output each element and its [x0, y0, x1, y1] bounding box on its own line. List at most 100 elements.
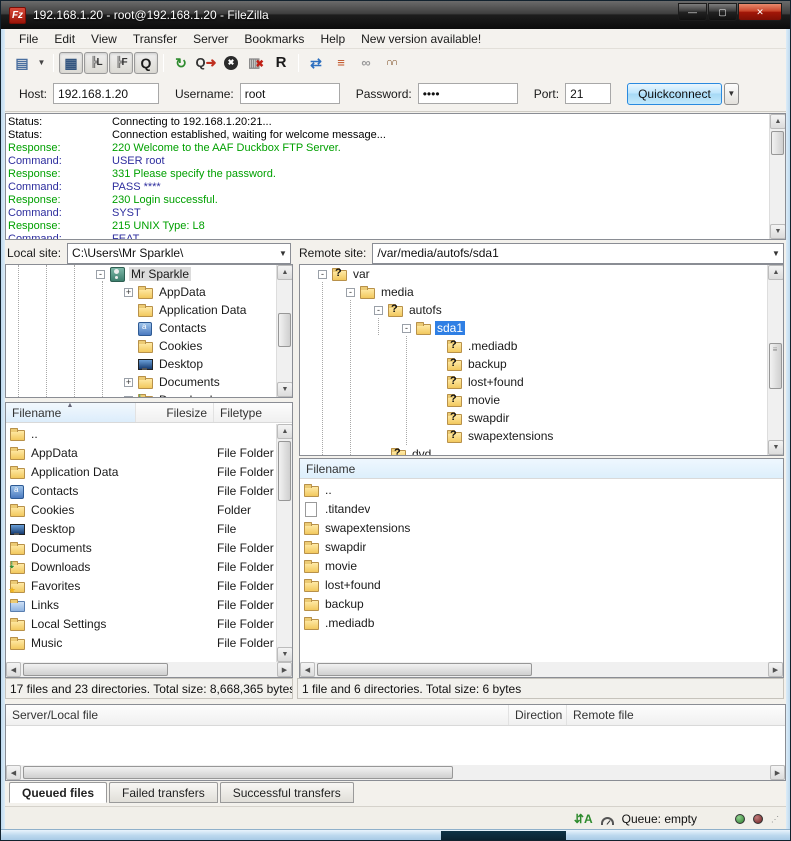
expand-toggle[interactable]: - — [96, 270, 105, 279]
list-item[interactable]: DesktopFile — [6, 519, 276, 538]
local-list-hscrollbar[interactable]: ◀ ▶ — [6, 662, 292, 677]
toggle-transfer-queue-icon[interactable]: Q — [134, 52, 158, 74]
list-item[interactable]: lost+found — [300, 575, 783, 594]
synchronized-browsing-icon[interactable]: ⇄ — [304, 52, 328, 74]
resize-grip[interactable]: ⋰ — [771, 814, 780, 825]
title-bar[interactable]: Fz 192.168.1.20 - root@192.168.1.20 - Fi… — [1, 1, 790, 29]
column-header-filename[interactable]: Filename — [300, 459, 783, 478]
tree-item-movie[interactable]: ? movie — [300, 391, 783, 409]
password-input[interactable] — [418, 83, 518, 104]
tab-failed-transfers[interactable]: Failed transfers — [109, 782, 218, 803]
tree-item-backup[interactable]: ? backup — [300, 355, 783, 373]
filename-filters-icon[interactable]: ∞ — [354, 52, 378, 74]
tree-item-downloads[interactable]: + ⇣ Downloads — [6, 391, 292, 398]
expand-toggle[interactable]: - — [402, 324, 411, 333]
tree-item-swapdir[interactable]: ? swapdir — [300, 409, 783, 427]
maximize-button[interactable]: ▢ — [708, 3, 737, 21]
local-list-scrollbar[interactable]: ▲ ▼ — [276, 424, 292, 662]
list-item[interactable]: LinksFile Folder — [6, 595, 276, 614]
remote-tree-scrollbar[interactable]: ▲ ≡ ▼ — [767, 265, 783, 455]
expand-toggle[interactable]: - — [346, 288, 355, 297]
list-item[interactable]: ★FavoritesFile Folder — [6, 576, 276, 595]
process-queue-icon[interactable]: Q➜ — [194, 52, 218, 74]
directory-comparison-icon[interactable]: ≡ — [329, 52, 353, 74]
tree-item-media[interactable]: - media — [300, 283, 783, 301]
local-site-dropdown-icon[interactable]: ▼ — [276, 249, 290, 258]
expand-toggle[interactable]: - — [318, 270, 327, 279]
expand-toggle[interactable]: - — [374, 306, 383, 315]
remote-list-hscrollbar[interactable]: ◀ ▶ — [300, 662, 783, 677]
list-item[interactable]: Application DataFile Folder — [6, 462, 276, 481]
menu-transfer[interactable]: Transfer — [125, 30, 185, 48]
log-scrollbar[interactable]: ▲ ▼ — [769, 114, 785, 239]
file-search-icon[interactable]: ∩∩ — [379, 52, 403, 74]
minimize-button[interactable]: — — [678, 3, 707, 21]
tree-item-mr-sparkle[interactable]: - Mr Sparkle — [6, 265, 292, 283]
local-site-combo[interactable]: C:\Users\Mr Sparkle\ ▼ — [67, 243, 291, 264]
tree-item-dvd[interactable]: ? dvd — [300, 445, 783, 456]
toggle-local-tree-icon[interactable]: ╠L — [84, 52, 108, 74]
column-header-filesize[interactable]: Filesize — [136, 403, 214, 422]
tree-item-contacts[interactable]: Contacts — [6, 319, 292, 337]
local-tree-scrollbar[interactable]: ▲ ▼ — [276, 265, 292, 397]
list-item[interactable]: .titandev — [300, 499, 783, 518]
list-item[interactable]: swapdir — [300, 537, 783, 556]
column-header-filename[interactable]: ▲ Filename — [6, 403, 136, 422]
tree-item-autofs[interactable]: - ? autofs — [300, 301, 783, 319]
tree-item-cookies[interactable]: Cookies — [6, 337, 292, 355]
tree-item-documents[interactable]: + Documents — [6, 373, 292, 391]
list-item[interactable]: .. — [300, 480, 783, 499]
list-item[interactable]: swapextensions — [300, 518, 783, 537]
list-item[interactable]: MusicFile Folder — [6, 633, 276, 652]
site-manager-dropdown-icon[interactable]: ▼ — [35, 52, 48, 74]
menu-edit[interactable]: Edit — [46, 30, 83, 48]
toggle-remote-tree-icon[interactable]: ╠F — [109, 52, 133, 74]
close-button[interactable]: ✕ — [738, 3, 782, 21]
tree-item-application-data[interactable]: Application Data — [6, 301, 292, 319]
list-item[interactable]: ContactsFile Folder — [6, 481, 276, 500]
speed-limits-icon[interactable] — [601, 817, 614, 825]
tree-item-appdata[interactable]: + AppData — [6, 283, 292, 301]
expand-toggle[interactable]: + — [124, 396, 133, 399]
menu-view[interactable]: View — [83, 30, 125, 48]
quickconnect-dropdown-icon[interactable]: ▼ — [724, 83, 739, 105]
refresh-icon[interactable]: ↻ — [169, 52, 193, 74]
toggle-message-log-icon[interactable]: ▦ — [59, 52, 83, 74]
column-header-direction[interactable]: Direction — [509, 705, 567, 725]
expand-toggle[interactable]: + — [124, 378, 133, 387]
column-header-filetype[interactable]: Filetype — [214, 403, 292, 422]
queue-hscrollbar[interactable]: ◀ ▶ — [6, 765, 785, 780]
menu-server[interactable]: Server — [185, 30, 236, 48]
tree-item-sda1[interactable]: - sda1 — [300, 319, 783, 337]
list-item[interactable]: movie — [300, 556, 783, 575]
list-item[interactable]: DocumentsFile Folder — [6, 538, 276, 557]
column-header-server-local-file[interactable]: Server/Local file — [6, 705, 509, 725]
tab-successful-transfers[interactable]: Successful transfers — [220, 782, 354, 803]
site-manager-icon[interactable]: ▤ — [10, 52, 34, 74]
quickconnect-button[interactable]: Quickconnect — [627, 83, 722, 105]
list-item[interactable]: ⇣DownloadsFile Folder — [6, 557, 276, 576]
cancel-operation-icon[interactable]: ✖ — [219, 52, 243, 74]
username-input[interactable] — [240, 83, 340, 104]
tree-item-mediadb[interactable]: ? .mediadb — [300, 337, 783, 355]
list-item[interactable]: Local SettingsFile Folder — [6, 614, 276, 633]
remote-site-combo[interactable]: /var/media/autofs/sda1 ▼ — [372, 243, 784, 264]
port-input[interactable] — [565, 83, 611, 104]
column-header-remote-file[interactable]: Remote file — [567, 705, 785, 725]
list-item[interactable]: backup — [300, 594, 783, 613]
tree-item-swapextensions[interactable]: ? swapextensions — [300, 427, 783, 445]
menu-file[interactable]: File — [11, 30, 46, 48]
tree-item-desktop[interactable]: Desktop — [6, 355, 292, 373]
expand-toggle[interactable]: + — [124, 288, 133, 297]
list-item[interactable]: .. — [6, 424, 276, 443]
reconnect-icon[interactable]: R — [269, 52, 293, 74]
menu-bookmarks[interactable]: Bookmarks — [236, 30, 312, 48]
remote-site-dropdown-icon[interactable]: ▼ — [769, 249, 783, 258]
host-input[interactable] — [53, 83, 159, 104]
menu-new-version[interactable]: New version available! — [353, 30, 489, 48]
menu-help[interactable]: Help — [312, 30, 353, 48]
disconnect-icon[interactable]: ▥✖ — [244, 52, 268, 74]
tree-item-var[interactable]: - ? var — [300, 265, 783, 283]
list-item[interactable]: .mediadb — [300, 613, 783, 632]
list-item[interactable]: AppDataFile Folder — [6, 443, 276, 462]
